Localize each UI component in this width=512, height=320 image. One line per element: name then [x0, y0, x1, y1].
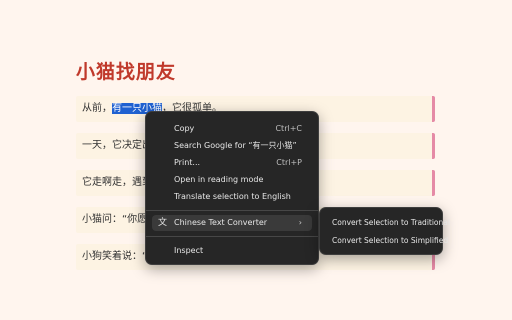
page-title: 小猫找朋友: [76, 61, 177, 83]
menu-item-reading-mode[interactable]: Open in reading mode: [152, 172, 312, 188]
menu-item-search-google[interactable]: Search Google for “有一只小猫”: [152, 138, 312, 154]
menu-item-label: Search Google for “有一只小猫”: [174, 141, 297, 150]
menu-item-chinese-text-converter[interactable]: 文 Chinese Text Converter ›: [152, 215, 312, 231]
menu-item-copy[interactable]: Copy Ctrl+C: [152, 121, 312, 137]
menu-item-label: Open in reading mode: [174, 175, 264, 184]
menu-separator: [146, 236, 318, 237]
chevron-right-icon: ›: [298, 218, 302, 227]
menu-item-label: Copy: [174, 124, 195, 133]
context-menu: Copy Ctrl+C Search Google for “有一只小猫” Pr…: [145, 111, 319, 265]
submenu-item-label: Convert Selection to Traditional: [332, 218, 450, 227]
menu-item-label: Inspect: [174, 246, 204, 255]
submenu-item-label: Convert Selection to Simplified: [332, 236, 449, 245]
paragraph-text: 从前，: [82, 103, 112, 114]
shortcut-label: Ctrl+C: [275, 124, 302, 133]
converter-submenu: Convert Selection to Traditional Convert…: [319, 207, 450, 255]
submenu-item-simplified[interactable]: Convert Selection to Simplified: [324, 233, 448, 249]
menu-item-label: Chinese Text Converter: [174, 218, 268, 227]
menu-item-translate[interactable]: Translate selection to English: [152, 189, 312, 205]
translate-extension-icon: 文: [158, 218, 168, 228]
menu-item-label: Translate selection to English: [174, 192, 291, 201]
menu-item-label: Print...: [174, 158, 201, 167]
menu-item-print[interactable]: Print... Ctrl+P: [152, 155, 312, 171]
menu-item-inspect[interactable]: Inspect: [152, 243, 312, 259]
shortcut-label: Ctrl+P: [276, 158, 302, 167]
submenu-item-traditional[interactable]: Convert Selection to Traditional: [324, 215, 450, 231]
menu-separator: [146, 210, 318, 211]
